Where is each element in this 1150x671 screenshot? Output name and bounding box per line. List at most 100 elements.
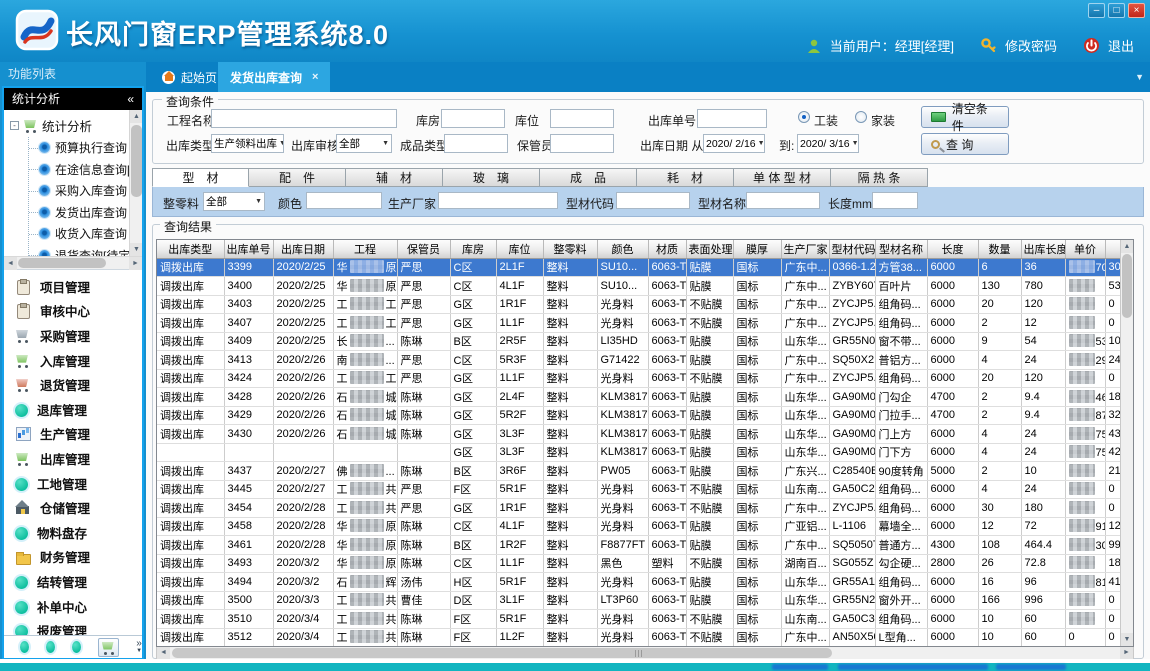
- module-dot-icon[interactable]: [20, 641, 29, 653]
- tree-root-node[interactable]: - 统计分析: [4, 110, 142, 137]
- sidebar-item[interactable]: 仓储管理: [4, 495, 142, 520]
- sidebar-item[interactable]: 出库管理: [4, 446, 142, 471]
- column-header[interactable]: 膜厚: [733, 240, 781, 258]
- column-header[interactable]: 出库日期: [273, 240, 333, 258]
- scroll-up-icon[interactable]: ▲: [130, 110, 142, 123]
- overflow-chevron-icon[interactable]: »▼: [136, 641, 142, 654]
- table-row[interactable]: 调拨出库34092020/2/25长...陈琳B区2R5F整料LI35HD606…: [157, 332, 1121, 351]
- sidebar-item[interactable]: 入库管理: [4, 348, 142, 373]
- tab-shipping-outbound-query[interactable]: 发货出库查询 ×: [218, 62, 330, 92]
- table-row[interactable]: 调拨出库34072020/2/25工工程严思G区1L1F整料光身料6063-T5…: [157, 314, 1121, 333]
- keeper-input[interactable]: [550, 134, 614, 153]
- scroll-down-icon[interactable]: ▼: [130, 243, 142, 256]
- date-from-select[interactable]: 2020/ 2/16▼: [703, 134, 765, 153]
- change-password-link[interactable]: 修改密码: [1005, 36, 1057, 55]
- profile-code-input[interactable]: [616, 192, 690, 209]
- table-row[interactable]: 调拨出库34242020/2/26工工程严思G区1L1F整料光身料6063-T5…: [157, 369, 1121, 388]
- column-header[interactable]: 工程: [333, 240, 397, 258]
- table-row[interactable]: 调拨出库34132020/2/26南...严思C区5R3F整料G71422606…: [157, 351, 1121, 370]
- sidebar-item[interactable]: 退库管理: [4, 397, 142, 422]
- sidebar-item[interactable]: 工地管理: [4, 471, 142, 496]
- date-to-select[interactable]: 2020/ 3/16▼: [797, 134, 859, 153]
- module-dot-icon[interactable]: [72, 641, 81, 653]
- radio-work-install[interactable]: [798, 111, 810, 123]
- column-header[interactable]: 库位: [496, 240, 543, 258]
- column-header[interactable]: 单价: [1065, 240, 1105, 258]
- column-header[interactable]: 出库单号: [224, 240, 273, 258]
- table-row[interactable]: 调拨出库34372020/2/27佛...陈琳B区3R6F整料PW056063-…: [157, 462, 1121, 481]
- product-type-input[interactable]: [444, 134, 508, 153]
- table-row[interactable]: 调拨出库34582020/2/28华原...陈琳C区4L1F整料光身料6063-…: [157, 517, 1121, 536]
- tree-horizontal-scrollbar[interactable]: ◄ ►: [4, 256, 142, 269]
- table-row[interactable]: 调拨出库35002020/3/3工共工程曹佳D区3L1F整料LT3P606063…: [157, 591, 1121, 610]
- grid-vertical-scrollbar[interactable]: ▲ ▼: [1120, 240, 1133, 646]
- table-row[interactable]: G区3L3F整料KLM38176063-T5贴膜国标山东华...GA90M09.…: [157, 443, 1121, 462]
- location-input[interactable]: [550, 109, 614, 128]
- column-header[interactable]: 整零料: [543, 240, 597, 258]
- tree-item[interactable]: 收货入库查询: [29, 223, 142, 245]
- tree-item[interactable]: 在途信息查询[待: [29, 159, 142, 181]
- sidebar-item[interactable]: 结转管理: [4, 569, 142, 594]
- sidebar-item[interactable]: 退货管理: [4, 372, 142, 397]
- radio-home-install[interactable]: [855, 111, 867, 123]
- sidebar-item[interactable]: 采购管理: [4, 323, 142, 348]
- close-button[interactable]: ×: [1128, 3, 1145, 18]
- sidebar-item[interactable]: 物料盘存: [4, 520, 142, 545]
- material-tab[interactable]: 辅 材: [346, 168, 443, 187]
- column-header[interactable]: 材质: [648, 240, 686, 258]
- whole-part-select[interactable]: 全部▼: [203, 192, 265, 211]
- table-row[interactable]: 调拨出库34612020/2/28华原...陈琳B区1R2F整料F8877FT6…: [157, 536, 1121, 555]
- column-header[interactable]: 保管员: [397, 240, 450, 258]
- table-row[interactable]: 调拨出库33992020/2/25华原...严思C区2L1F整料SU10...6…: [157, 258, 1121, 277]
- sidebar-item[interactable]: 生产管理: [4, 422, 142, 447]
- scroll-right-icon[interactable]: ►: [129, 257, 142, 270]
- table-row[interactable]: 调拨出库34452020/2/27工共工程严思F区5R1F整料光身料6063-T…: [157, 480, 1121, 499]
- collapse-icon[interactable]: «: [127, 88, 134, 110]
- logout-link[interactable]: 退出: [1108, 36, 1134, 55]
- scroll-right-icon[interactable]: ►: [1120, 647, 1133, 659]
- scroll-down-icon[interactable]: ▼: [1121, 633, 1133, 646]
- color-input[interactable]: [306, 192, 382, 209]
- column-header[interactable]: 型材代码: [829, 240, 875, 258]
- tab-list-caret-icon[interactable]: ▼: [1135, 72, 1144, 82]
- sidebar-item[interactable]: 项目管理: [4, 274, 142, 299]
- tree-item[interactable]: 发货出库查询: [29, 202, 142, 224]
- table-row[interactable]: 调拨出库34292020/2/26石城陈琳G区5R2F整料KLM38176063…: [157, 406, 1121, 425]
- outbound-type-select[interactable]: 生产领料出库▼: [211, 134, 284, 153]
- column-header[interactable]: 数量: [978, 240, 1021, 258]
- scroll-left-icon[interactable]: ◄: [4, 257, 17, 270]
- material-tab[interactable]: 型 材: [152, 168, 249, 187]
- column-header[interactable]: 生产厂家: [781, 240, 829, 258]
- sidebar-item[interactable]: 补单中心: [4, 594, 142, 619]
- table-row[interactable]: 调拨出库34282020/2/26石城陈琳G区2L4F整料KLM38176063…: [157, 388, 1121, 407]
- tab-close-icon[interactable]: ×: [312, 71, 318, 83]
- table-row[interactable]: 调拨出库34002020/2/25华原...严思C区4L1F整料SU10...6…: [157, 277, 1121, 296]
- factory-input[interactable]: [438, 192, 558, 209]
- tree-item[interactable]: 退货查询[待定]: [29, 245, 142, 257]
- table-row[interactable]: 调拨出库34932020/3/2华原...陈琳C区1L1F整料黑色塑料不贴膜国标…: [157, 554, 1121, 573]
- table-row[interactable]: 调拨出库34542020/2/28工共工程严思G区1R1F整料光身料6063-T…: [157, 499, 1121, 518]
- minimize-button[interactable]: –: [1088, 3, 1105, 18]
- table-row[interactable]: 调拨出库34942020/3/2石辉城汤伟H区5R1F整料光身料6063-T5贴…: [157, 573, 1121, 592]
- material-tab[interactable]: 隔 热 条: [831, 168, 928, 187]
- sidebar-item[interactable]: 财务管理: [4, 545, 142, 570]
- scroll-up-icon[interactable]: ▲: [1121, 240, 1133, 253]
- material-tab[interactable]: 单 体 型 材: [734, 168, 831, 187]
- column-header[interactable]: 型材名称: [875, 240, 927, 258]
- column-header[interactable]: 出库长度: [1021, 240, 1065, 258]
- table-row[interactable]: 调拨出库34302020/2/26石城陈琳G区3L3F整料KLM38176063…: [157, 425, 1121, 444]
- tree-item[interactable]: 采购入库查询: [29, 180, 142, 202]
- tree-vertical-scrollbar[interactable]: ▲ ▼: [129, 110, 142, 256]
- column-header[interactable]: 金: [1105, 240, 1121, 258]
- material-tab[interactable]: 玻 璃: [443, 168, 540, 187]
- sidebar-item[interactable]: 审核中心: [4, 299, 142, 324]
- search-button[interactable]: 查 询: [921, 133, 1009, 155]
- order-no-input[interactable]: [697, 109, 767, 128]
- table-row[interactable]: 调拨出库34032020/2/25工工程严思G区1R1F整料光身料6063-T5…: [157, 295, 1121, 314]
- column-header[interactable]: 长度: [927, 240, 978, 258]
- module-dot-icon[interactable]: [46, 641, 55, 653]
- column-header[interactable]: 出库类型: [157, 240, 224, 258]
- maximize-button[interactable]: □: [1108, 3, 1125, 18]
- column-header[interactable]: 表面处理: [686, 240, 733, 258]
- column-header[interactable]: 库房: [450, 240, 496, 258]
